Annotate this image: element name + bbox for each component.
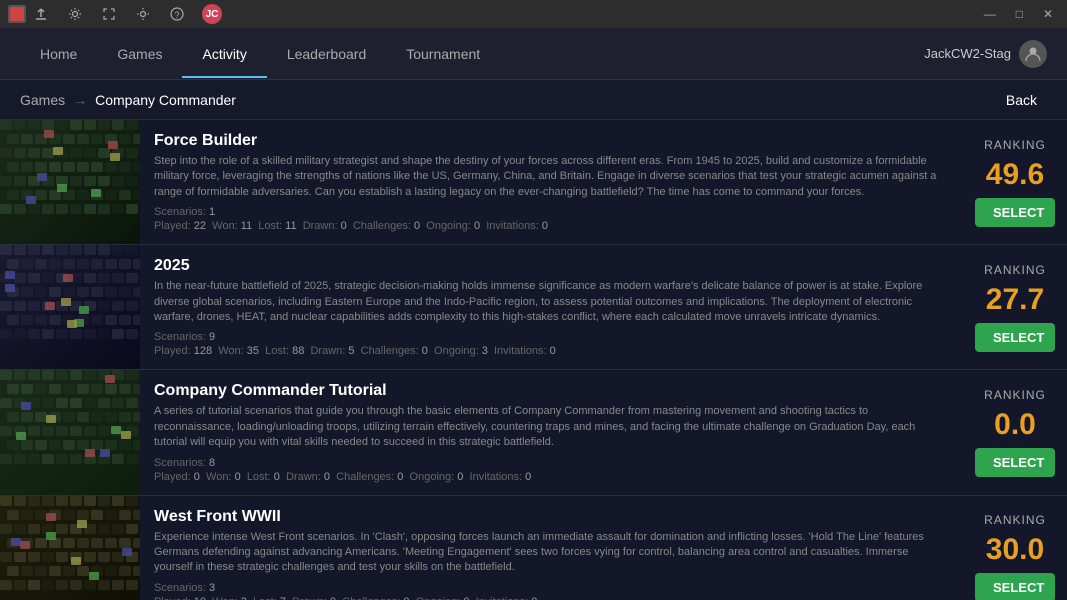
toolbar-gear-icon[interactable] <box>134 5 152 23</box>
game-thumbnail <box>0 120 140 244</box>
game-thumbnail <box>0 496 140 600</box>
title-bar-left: ? JC <box>8 4 222 24</box>
game-content: 2025 In the near-future battlefield of 20… <box>140 245 963 369</box>
game-ranking: Ranking 0.0 SELECT <box>963 370 1067 494</box>
user-avatar[interactable] <box>1019 40 1047 68</box>
restore-button[interactable]: □ <box>1010 7 1029 21</box>
toolbar-upload-icon[interactable] <box>32 5 50 23</box>
ranking-label: Ranking <box>984 388 1046 402</box>
toolbar-settings-icon[interactable] <box>66 5 84 23</box>
minimize-button[interactable]: — <box>978 7 1002 21</box>
svg-text:?: ? <box>174 10 179 20</box>
ranking-value: 30.0 <box>986 535 1044 565</box>
game-ranking: Ranking 49.6 SELECT <box>963 120 1067 244</box>
game-description: Experience intense West Front scenarios.… <box>154 530 949 576</box>
window-controls[interactable]: — □ ✕ <box>978 7 1059 21</box>
game-title: Company Commander Tutorial <box>154 382 949 400</box>
game-stats: Scenarios: 8Played: 0 Won: 0 Lost: 0 Dra… <box>154 457 949 483</box>
game-stats: Scenarios: 1Played: 22 Won: 11 Lost: 11 … <box>154 206 949 232</box>
game-stats: Scenarios: 3Played: 10 Won: 3 Lost: 7 Dr… <box>154 582 949 600</box>
select-button[interactable]: SELECT <box>975 448 1055 477</box>
ranking-value: 0.0 <box>994 410 1036 440</box>
game-title: West Front WWII <box>154 508 949 526</box>
game-item: 2025 In the near-future battlefield of 20… <box>0 245 1067 370</box>
breadcrumb-separator: → <box>73 92 87 108</box>
game-thumbnail <box>0 245 140 369</box>
close-button[interactable]: ✕ <box>1037 7 1059 21</box>
game-item: Force Builder Step into the role of a ski… <box>0 120 1067 245</box>
select-button[interactable]: SELECT <box>975 198 1055 227</box>
ranking-value: 27.7 <box>986 285 1044 315</box>
select-button[interactable]: SELECT <box>975 323 1055 352</box>
game-description: A series of tutorial scenarios that guid… <box>154 404 949 450</box>
breadcrumb: Games → Company Commander <box>20 92 236 108</box>
ranking-value: 49.6 <box>986 160 1044 190</box>
game-description: Step into the role of a skilled military… <box>154 154 949 200</box>
breadcrumb-games[interactable]: Games <box>20 92 65 108</box>
app-icon <box>8 5 26 23</box>
nav-user: JackCW2-Stag <box>924 40 1047 68</box>
nav-activity[interactable]: Activity <box>182 30 266 78</box>
username-label: JackCW2-Stag <box>924 46 1011 61</box>
back-button[interactable]: Back <box>996 88 1047 112</box>
game-content: Company Commander Tutorial A series of tu… <box>140 370 963 494</box>
game-thumbnail <box>0 370 140 494</box>
select-button[interactable]: SELECT <box>975 573 1055 600</box>
game-content: Force Builder Step into the role of a ski… <box>140 120 963 244</box>
ranking-label: Ranking <box>984 138 1046 152</box>
toolbar-user-icon[interactable]: JC <box>202 4 222 24</box>
game-description: In the near-future battlefield of 2025, … <box>154 279 949 325</box>
nav-home[interactable]: Home <box>20 30 97 78</box>
toolbar-help-icon[interactable]: ? <box>168 5 186 23</box>
title-bar: ? JC — □ ✕ <box>0 0 1067 28</box>
breadcrumb-bar: Games → Company Commander Back <box>0 80 1067 120</box>
game-item: West Front WWII Experience intense West F… <box>0 496 1067 600</box>
ranking-label: Ranking <box>984 513 1046 527</box>
game-ranking: Ranking 30.0 SELECT <box>963 496 1067 600</box>
ranking-label: Ranking <box>984 263 1046 277</box>
game-ranking: Ranking 27.7 SELECT <box>963 245 1067 369</box>
nav-bar: Home Games Activity Leaderboard Tourname… <box>0 28 1067 80</box>
game-list: Force Builder Step into the role of a ski… <box>0 120 1067 600</box>
nav-links: Home Games Activity Leaderboard Tourname… <box>20 30 924 78</box>
game-title: Force Builder <box>154 132 949 150</box>
title-bar-toolbar: ? JC <box>32 4 222 24</box>
nav-leaderboard[interactable]: Leaderboard <box>267 30 386 78</box>
nav-tournament[interactable]: Tournament <box>386 30 500 78</box>
game-content: West Front WWII Experience intense West F… <box>140 496 963 600</box>
game-stats: Scenarios: 9Played: 128 Won: 35 Lost: 88… <box>154 331 949 357</box>
game-item: Company Commander Tutorial A series of tu… <box>0 370 1067 495</box>
nav-games[interactable]: Games <box>97 30 182 78</box>
breadcrumb-current: Company Commander <box>95 92 236 108</box>
game-title: 2025 <box>154 257 949 275</box>
toolbar-expand-icon[interactable] <box>100 5 118 23</box>
